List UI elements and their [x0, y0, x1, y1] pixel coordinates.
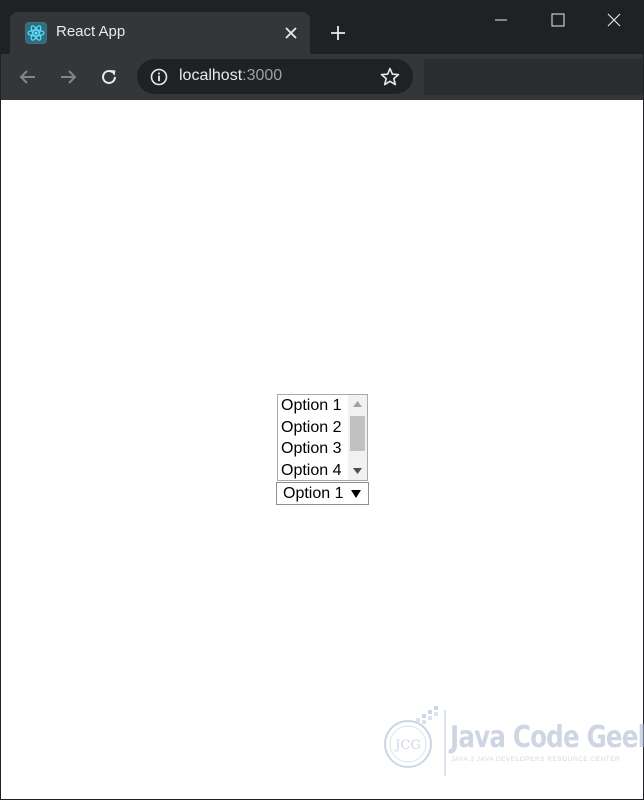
bookmark-star-icon[interactable]: [379, 66, 401, 88]
listbox-scrollbar[interactable]: [348, 395, 367, 480]
react-logo-icon: [25, 22, 47, 44]
back-arrow-icon[interactable]: [15, 64, 41, 90]
single-select-dropdown[interactable]: Option 1: [276, 482, 369, 505]
listbox-option-3[interactable]: Option 3: [281, 438, 341, 460]
browser-tab[interactable]: React App: [10, 12, 310, 54]
scrollbar-thumb[interactable]: [350, 416, 365, 451]
forward-arrow-icon[interactable]: [55, 64, 81, 90]
svg-text:JCG: JCG: [393, 738, 421, 753]
multi-select-listbox[interactable]: Option 1 Option 2 Option 3 Option 4: [277, 394, 368, 481]
listbox-option-1[interactable]: Option 1: [281, 395, 341, 417]
listbox-option-4[interactable]: Option 4: [281, 460, 341, 481]
address-bar[interactable]: localhost:3000: [137, 59, 413, 94]
browser-titlebar: React App: [0, 0, 644, 54]
maximize-icon[interactable]: [538, 6, 578, 34]
tab-close-icon[interactable]: [280, 22, 302, 44]
tab-title: React App: [56, 23, 126, 40]
close-window-icon[interactable]: [594, 6, 634, 34]
url-port: :3000: [242, 67, 283, 84]
new-tab-icon[interactable]: [326, 21, 350, 45]
listbox-option-2[interactable]: Option 2: [281, 417, 341, 439]
dropdown-selected-value: Option 1: [283, 485, 344, 502]
watermark-tagline: JAVA 2 JAVA DEVELOPERS RESOURCE CENTER: [451, 756, 621, 763]
url-text: localhost:3000: [179, 67, 282, 85]
java-code-geeks-watermark: JCG Java Code Geeks JAVA 2 JAVA DEVELOPE…: [378, 702, 644, 780]
jcg-logo: JCG: [384, 706, 446, 776]
url-host: localhost: [179, 67, 243, 84]
info-icon[interactable]: [150, 68, 168, 86]
scroll-down-arrow-icon[interactable]: [348, 462, 367, 480]
listbox-options: Option 1 Option 2 Option 3 Option 4: [281, 395, 341, 481]
browser-toolbar: localhost:3000: [0, 54, 644, 100]
toolbar-extension-area: [424, 59, 644, 95]
scroll-up-arrow-icon[interactable]: [348, 395, 367, 413]
reload-icon[interactable]: [96, 64, 122, 90]
window-border-left: [0, 54, 1, 800]
watermark-brand: Java Code Geeks: [450, 720, 644, 755]
minimize-icon[interactable]: [481, 6, 521, 34]
dropdown-arrow-icon: [351, 490, 361, 498]
